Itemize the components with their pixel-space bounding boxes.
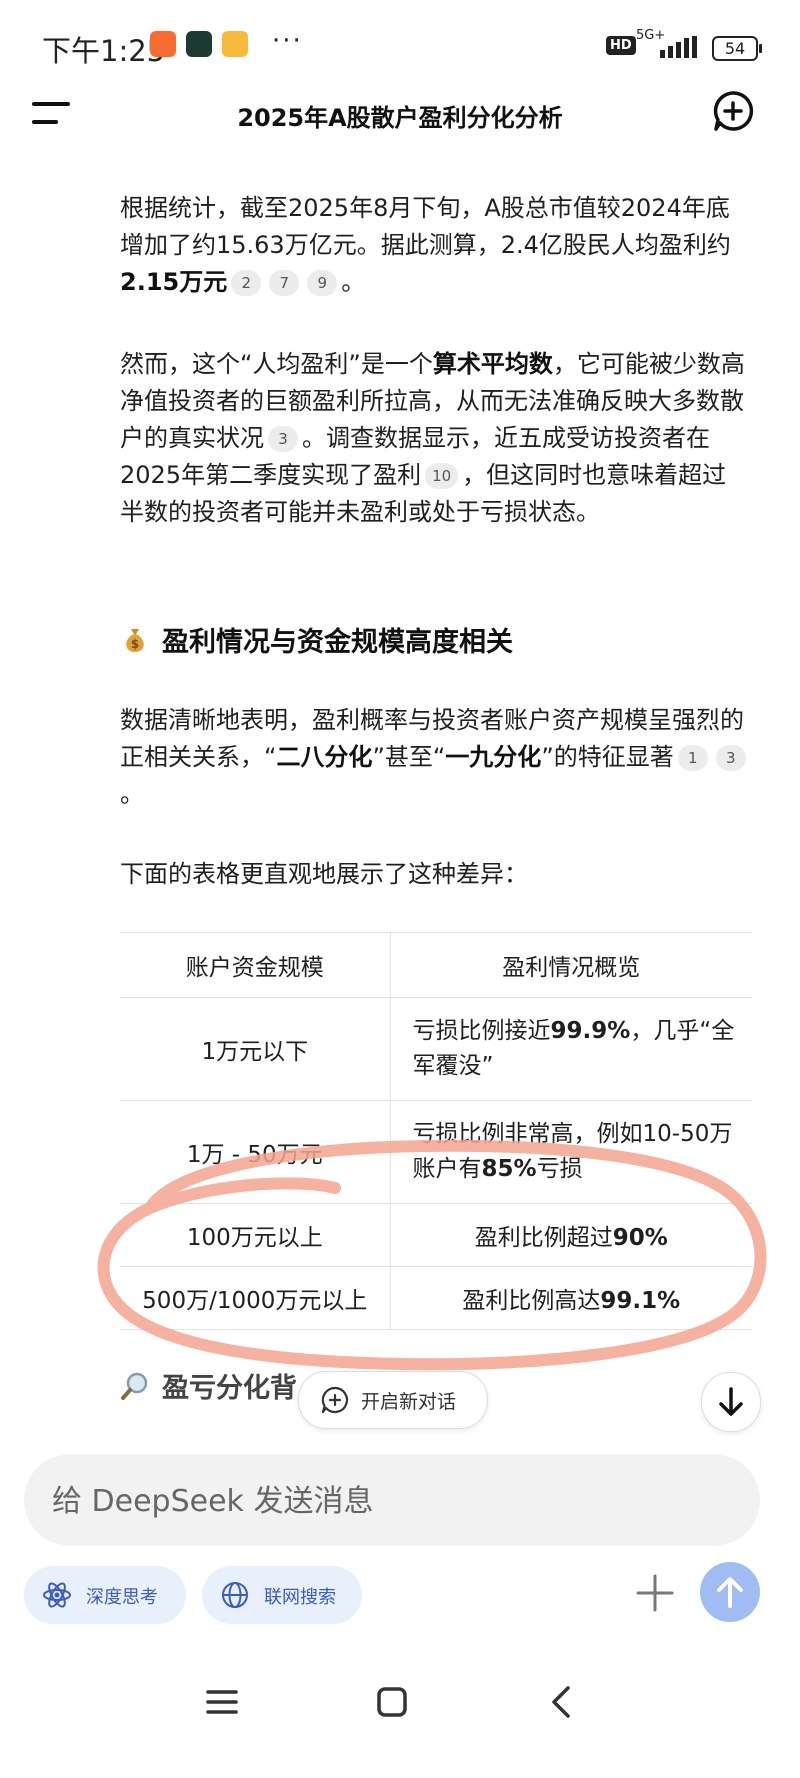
- cell-text: 亏损: [536, 1156, 583, 1182]
- shopping-app-icon: [150, 31, 176, 57]
- deep-think-toggle[interactable]: 深度思考: [24, 1566, 186, 1624]
- status-time: 下午1:25: [42, 34, 166, 68]
- paragraph-bold: 二八分化: [276, 743, 373, 771]
- table-row: 500万/1000万元以上 盈利比例高达99.1%: [120, 1266, 752, 1330]
- cell-text: 盈利比例超过: [474, 1225, 613, 1251]
- section-heading-text: 盈利情况与资金规模高度相关: [162, 627, 513, 658]
- table-cell-scale: 500万/1000万元以上: [120, 1266, 391, 1330]
- arrow-up-icon: [717, 1577, 743, 1608]
- cell-bold: 90%: [612, 1225, 668, 1251]
- table-cell-overview: 盈利比例高达99.1%: [390, 1266, 752, 1330]
- message-input[interactable]: [50, 1474, 734, 1528]
- deep-think-label: 深度思考: [86, 1587, 158, 1608]
- hd-badge: HD: [606, 36, 636, 55]
- paragraph-market-summary: 根据统计，截至2025年8月下旬，A股总市值较2024年底增加了约15.63万亿…: [120, 190, 750, 301]
- table-cell-overview: 亏损比例接近99.9%，几乎“全军覆没”: [390, 997, 752, 1101]
- next-section-heading: 盈亏分化背: [120, 1366, 297, 1405]
- new-conversation-button[interactable]: 开启新对话: [298, 1371, 488, 1429]
- atom-icon: [43, 1582, 71, 1608]
- citation-badge[interactable]: 1: [677, 745, 708, 771]
- svg-text:$: $: [131, 637, 139, 651]
- money-bag-icon: $: [126, 629, 144, 652]
- table-cell-scale: 1万元以下: [120, 997, 391, 1101]
- chat-plus-icon: [321, 1386, 349, 1414]
- section-heading: $ 盈利情况与资金规模高度相关: [120, 620, 513, 659]
- paragraph-text: 。: [120, 780, 144, 808]
- citation-badge[interactable]: 10: [425, 463, 459, 489]
- table-header-scale: 账户资金规模: [120, 932, 391, 998]
- paragraph-bold: 2.15万元: [120, 268, 228, 296]
- paragraph-text: 根据统计，截至2025年8月下旬，A股总市值较2024年底增加了约15.63万亿…: [120, 194, 731, 259]
- notes-app-icon: [222, 31, 248, 57]
- paragraph-average-caveat: 然而，这个“人均盈利”是一个算术平均数，它可能被少数高净值投资者的巨额盈利所拉高…: [120, 346, 750, 531]
- paragraph-bold: 一九分化: [445, 743, 542, 771]
- table-header-row: 账户资金规模 盈利情况概览: [120, 932, 752, 998]
- citation-badge[interactable]: 2: [231, 270, 262, 296]
- send-button[interactable]: [700, 1562, 760, 1622]
- profit-scale-table: 账户资金规模 盈利情况概览 1万元以下 亏损比例接近99.9%，几乎“全军覆没”…: [120, 932, 752, 1330]
- table-row: 100万元以上 盈利比例超过90%: [120, 1203, 752, 1267]
- more-notifications-icon: ···: [272, 26, 303, 56]
- table-cell-scale: 1万 - 50万元: [120, 1100, 391, 1204]
- attach-plus-icon[interactable]: [632, 1570, 678, 1616]
- table-cell-overview: 盈利比例超过90%: [390, 1203, 752, 1267]
- page-title: 2025年A股散户盈利分化分析: [237, 104, 563, 132]
- arrow-down-icon: [719, 1387, 743, 1416]
- cell-text: 盈利比例高达: [462, 1288, 601, 1314]
- status-bar: 下午1:25 ··· HD 5G+ 54: [0, 0, 800, 92]
- signal-icon: [660, 36, 697, 58]
- battery-indicator: 54: [712, 36, 762, 61]
- citation-badge[interactable]: 9: [307, 270, 338, 296]
- back-icon[interactable]: [542, 1682, 582, 1722]
- table-header-overview: 盈利情况概览: [390, 932, 752, 998]
- recent-apps-icon[interactable]: [202, 1682, 242, 1722]
- citation-badge[interactable]: 3: [268, 426, 298, 452]
- cell-bold: 99.9%: [550, 1018, 631, 1044]
- scroll-to-bottom-button[interactable]: [701, 1372, 761, 1432]
- cell-bold: 85%: [481, 1156, 537, 1182]
- new-chat-icon[interactable]: [712, 90, 754, 132]
- new-conversation-label: 开启新对话: [361, 1391, 457, 1413]
- globe-icon: [222, 1582, 248, 1608]
- paragraph-text: ”的特征显著: [541, 743, 674, 771]
- citation-badge[interactable]: 7: [269, 270, 300, 296]
- web-search-toggle[interactable]: 联网搜索: [202, 1566, 362, 1624]
- cell-text: 亏损比例接近: [412, 1018, 551, 1044]
- magnifier-icon: [121, 1372, 148, 1400]
- next-section-heading-text: 盈亏分化背: [162, 1373, 297, 1404]
- cell-bold: 99.1%: [600, 1288, 681, 1314]
- message-composer: [24, 1454, 760, 1546]
- home-icon[interactable]: [372, 1682, 412, 1722]
- table-cell-overview: 亏损比例非常高，例如10-50万账户有85%亏损: [390, 1100, 752, 1204]
- paragraph-text: 。: [341, 268, 366, 296]
- table-cell-scale: 100万元以上: [120, 1203, 391, 1267]
- table-row: 1万 - 50万元 亏损比例非常高，例如10-50万账户有85%亏损: [120, 1100, 752, 1204]
- citation-badge[interactable]: 3: [715, 745, 746, 771]
- web-search-label: 联网搜索: [264, 1587, 336, 1608]
- table-row: 1万元以下 亏损比例接近99.9%，几乎“全军覆没”: [120, 997, 752, 1101]
- paragraph-text: ”甚至“: [372, 743, 446, 771]
- fitness-app-icon: [186, 31, 212, 57]
- paragraph-correlation: 数据清晰地表明，盈利概率与投资者账户资产规模呈强烈的正相关关系，“二八分化”甚至…: [120, 702, 750, 813]
- paragraph-bold: 算术平均数: [432, 350, 553, 378]
- paragraph-text: 然而，这个“人均盈利”是一个: [120, 350, 433, 378]
- paragraph-table-intro: 下面的表格更直观地展示了这种差异：: [120, 860, 528, 888]
